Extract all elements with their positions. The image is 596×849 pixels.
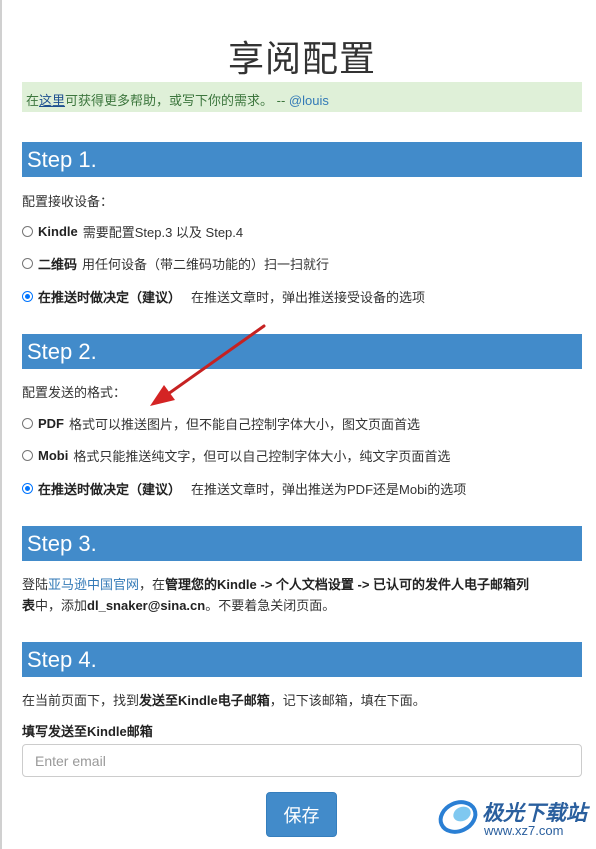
annotation-arrow-icon — [150, 324, 266, 406]
watermark-url: www.xz7.com — [484, 823, 564, 838]
